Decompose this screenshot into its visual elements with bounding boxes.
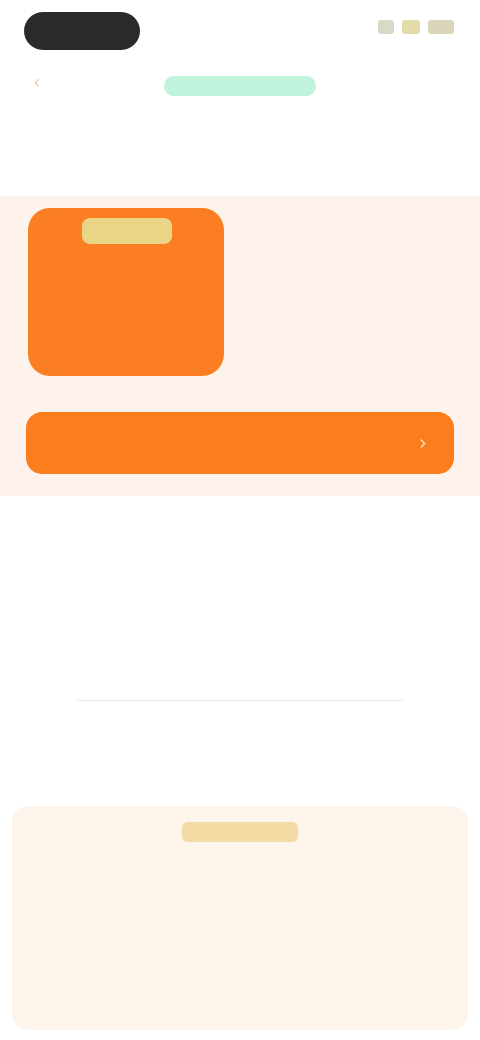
signal-icon bbox=[378, 20, 394, 34]
brand-logo bbox=[164, 76, 316, 96]
battery-icon bbox=[428, 20, 454, 34]
notice-tag bbox=[182, 822, 298, 842]
hero-badge bbox=[82, 218, 172, 244]
dynamic-island bbox=[24, 12, 140, 50]
status-bar bbox=[0, 0, 480, 64]
chevron-left-icon[interactable]: ‹ bbox=[34, 73, 50, 91]
divider bbox=[76, 700, 404, 701]
wifi-icon bbox=[402, 20, 420, 34]
primary-cta-button[interactable]: › bbox=[26, 412, 454, 474]
chevron-right-icon: › bbox=[419, 431, 426, 454]
status-icons bbox=[378, 20, 454, 34]
